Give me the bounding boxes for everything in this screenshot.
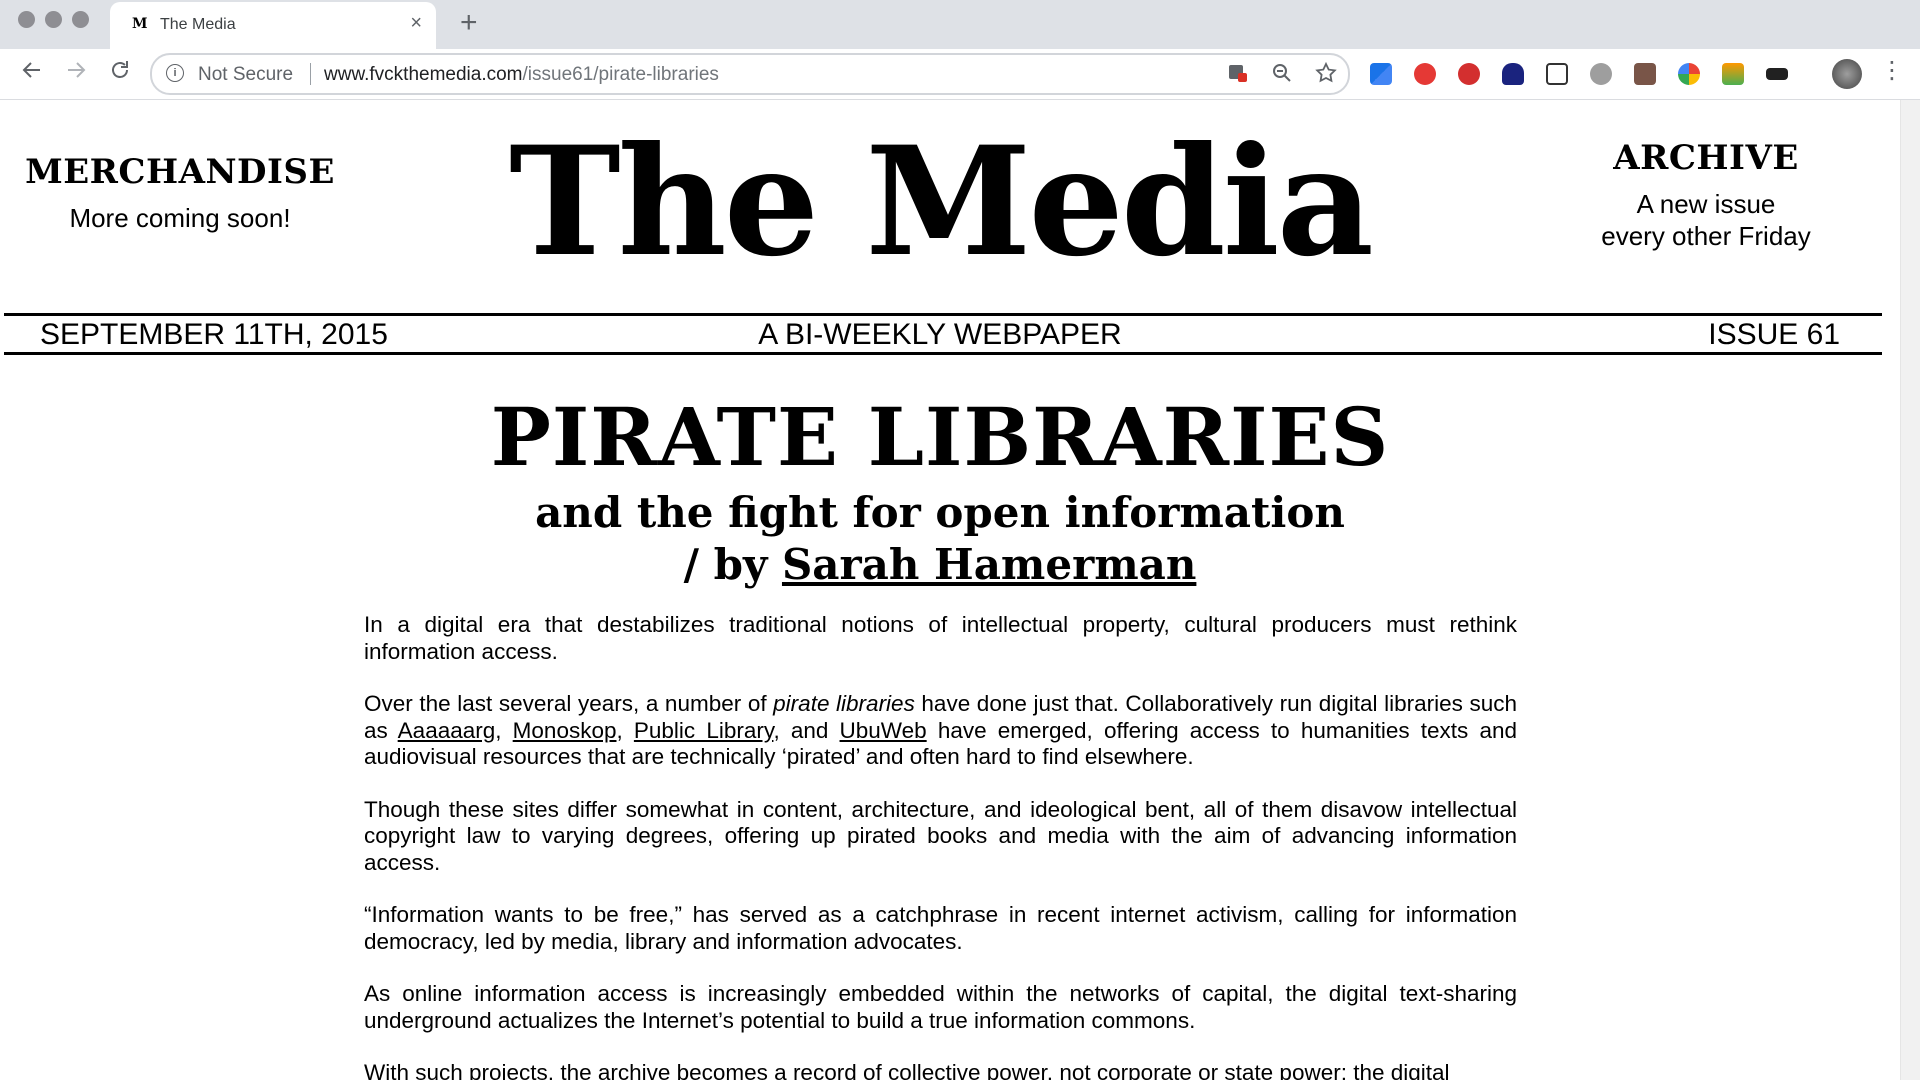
extension-8-icon[interactable]	[1722, 63, 1744, 85]
public-library-link[interactable]: Public Library	[634, 718, 774, 743]
adblock-icon[interactable]	[1458, 63, 1480, 85]
forward-icon[interactable]	[64, 58, 88, 89]
browser-tab[interactable]: M The Media ×	[110, 2, 436, 49]
url-text[interactable]: www.fvckthemedia.com/issue61/pirate-libr…	[324, 64, 719, 86]
article-body: In a digital era that destabilizes tradi…	[364, 612, 1517, 1080]
tagline: A BI-WEEKLY WEBPAPER	[758, 318, 1122, 351]
extension-cloud-icon[interactable]	[1502, 63, 1524, 85]
web-page: MERCHANDISE More coming soon! The Media …	[0, 100, 1900, 1080]
article-headline: PIRATE LIBRARIES	[490, 390, 1390, 484]
address-bar[interactable]: i Not Secure www.fvckthemedia.com/issue6…	[150, 53, 1350, 95]
star-icon[interactable]	[1314, 61, 1338, 91]
translate-icon[interactable]	[1226, 61, 1250, 91]
archive-link[interactable]: ARCHIVE	[1546, 138, 1866, 178]
maximize-window-button[interactable]	[72, 11, 89, 28]
url-host: www.fvckthemedia.com	[324, 64, 523, 85]
tab-title: The Media	[160, 16, 236, 33]
extension-cube-icon[interactable]	[1546, 63, 1568, 85]
archive-note: A new issue every other Friday	[1546, 188, 1866, 252]
reload-icon[interactable]	[108, 58, 132, 89]
back-icon[interactable]	[20, 58, 44, 89]
new-tab-button[interactable]: +	[460, 6, 478, 40]
ubuweb-link[interactable]: UbuWeb	[840, 718, 927, 743]
url-path: /issue61/pirate-libraries	[522, 64, 719, 85]
tab-strip: M The Media × +	[0, 0, 1920, 49]
paragraph-1: In a digital era that destabilizes tradi…	[364, 612, 1517, 664]
p2-sep-3: , and	[773, 717, 840, 743]
top-rule	[4, 313, 1882, 316]
author-link[interactable]: Sarah Hamerman	[782, 540, 1196, 589]
security-label[interactable]: Not Secure	[198, 64, 293, 86]
paragraph-3: Though these sites differ somewhat in co…	[364, 796, 1517, 875]
extension-1-icon[interactable]	[1370, 63, 1392, 85]
p2-sep-1: ,	[495, 717, 513, 743]
extension-7-icon[interactable]	[1678, 63, 1700, 85]
omnibox-divider	[310, 63, 311, 85]
aaaaaarg-link[interactable]: Aaaaaarg	[398, 718, 496, 743]
minimize-window-button[interactable]	[45, 11, 62, 28]
paragraph-2: Over the last several years, a number of…	[364, 691, 1517, 771]
info-icon[interactable]: i	[166, 64, 184, 82]
avatar[interactable]	[1832, 59, 1862, 89]
extension-globe-icon[interactable]	[1590, 63, 1612, 85]
browser-toolbar: i Not Secure www.fvckthemedia.com/issue6…	[0, 49, 1920, 100]
extension-2-icon[interactable]	[1414, 63, 1436, 85]
p2-sep-2: ,	[616, 717, 634, 743]
issue-number: ISSUE 61	[1708, 318, 1840, 351]
zoom-icon[interactable]	[1270, 61, 1294, 91]
byline-prefix: / by	[683, 540, 782, 589]
close-tab-icon[interactable]: ×	[410, 12, 422, 35]
byline: / by Sarah Hamerman	[0, 540, 1880, 589]
extension-9-icon[interactable]	[1766, 68, 1788, 80]
archive-note-line2: every other Friday	[1601, 221, 1811, 251]
monoskop-link[interactable]: Monoskop	[513, 718, 617, 743]
close-window-button[interactable]	[18, 11, 35, 28]
archive-note-line1: A new issue	[1636, 189, 1776, 219]
menu-icon[interactable]: ⋮	[1880, 56, 1904, 85]
extension-6-icon[interactable]	[1634, 63, 1656, 85]
bottom-rule	[4, 352, 1882, 355]
favicon-icon: M	[132, 16, 148, 32]
paragraph-4: “Information wants to be free,” has serv…	[364, 902, 1517, 954]
paragraph-6: With such projects, the archive becomes …	[364, 1060, 1450, 1080]
p2-emphasis: pirate libraries	[773, 691, 915, 716]
scrollbar[interactable]	[1900, 100, 1920, 1080]
paragraph-5: As online information access is increasi…	[364, 981, 1517, 1033]
p2-text-a: Over the last several years, a number of	[364, 691, 774, 716]
article-subhead: and the fight for open information	[535, 488, 1345, 537]
